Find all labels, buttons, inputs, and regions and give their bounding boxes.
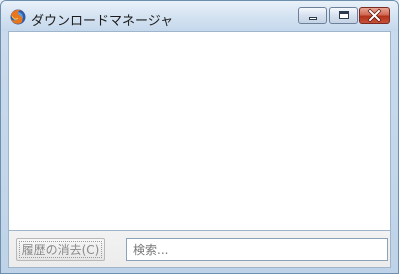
minimize-icon	[309, 17, 317, 20]
window-title: ダウンロードマネージャ	[31, 14, 174, 29]
download-manager-window: ダウンロードマネージャ 履歴の消去(C)	[0, 0, 399, 274]
clear-history-button[interactable]: 履歴の消去(C)	[16, 238, 105, 261]
close-button[interactable]	[359, 7, 390, 24]
search-input[interactable]	[126, 238, 388, 261]
firefox-icon	[10, 9, 26, 25]
maximize-icon	[339, 11, 349, 19]
minimize-button[interactable]	[298, 7, 327, 24]
focus-ring	[19, 241, 102, 258]
title-bar[interactable]: ダウンロードマネージャ	[1, 1, 398, 31]
close-icon	[367, 8, 382, 23]
maximize-button[interactable]	[329, 7, 358, 24]
footer-bar: 履歴の消去(C)	[8, 231, 391, 268]
download-list[interactable]	[8, 31, 391, 231]
